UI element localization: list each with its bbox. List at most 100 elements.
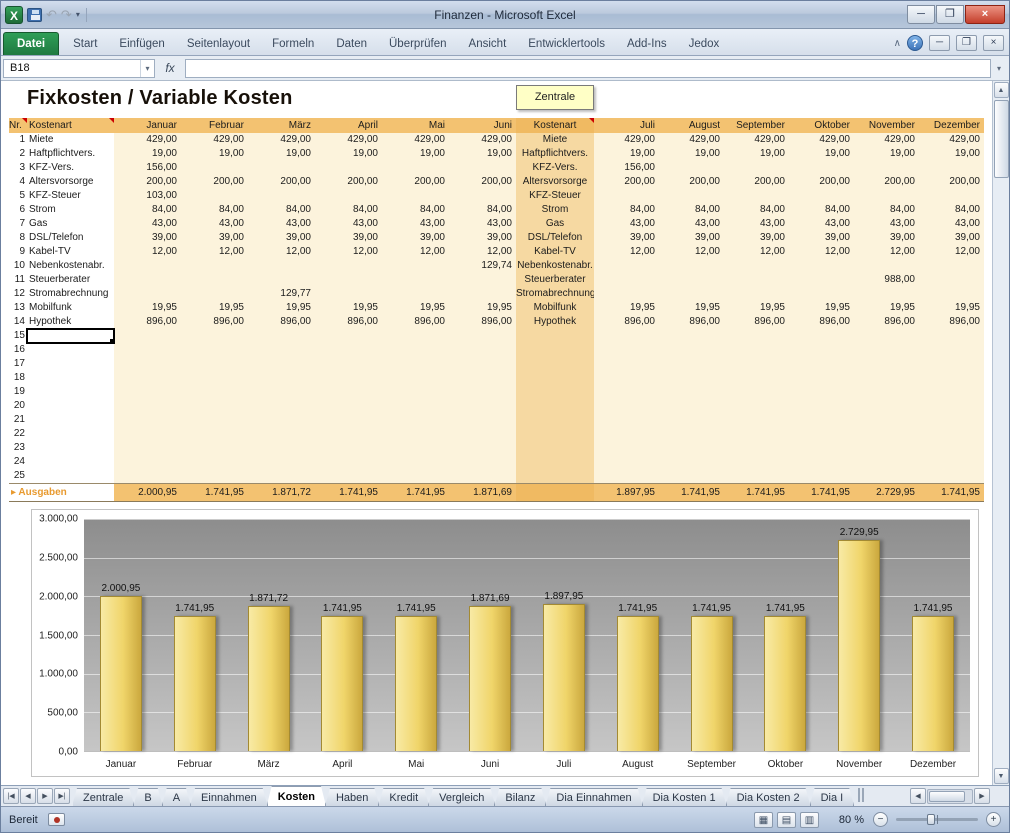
cell-value[interactable] (449, 469, 516, 483)
sheet-tab-dia-kosten-1[interactable]: Dia Kosten 1 (642, 788, 727, 806)
cell-value[interactable] (919, 399, 984, 413)
cell-value[interactable] (382, 441, 449, 455)
bar-august[interactable]: 1.741,95 (617, 616, 659, 751)
cell-value[interactable] (789, 385, 854, 399)
cell-value[interactable] (854, 161, 919, 175)
cell-kostenart-2[interactable]: Stromabrechnung (516, 287, 594, 301)
bar-januar[interactable]: 2.000,95 (100, 596, 142, 751)
qat-customize-dropdown-icon[interactable]: ▾ (76, 10, 80, 19)
row-number[interactable]: 14 (9, 315, 27, 329)
cell-value[interactable] (114, 427, 181, 441)
cell-value[interactable]: 39,00 (449, 231, 516, 245)
cell-value[interactable] (919, 455, 984, 469)
col-header-m-rz[interactable]: März (248, 118, 315, 133)
cell-value[interactable]: 200,00 (382, 175, 449, 189)
cell-value[interactable] (114, 413, 181, 427)
cell-value[interactable] (724, 273, 789, 287)
cell-value[interactable]: 19,95 (315, 301, 382, 315)
cell-value[interactable]: 19,95 (724, 301, 789, 315)
cell-value[interactable] (789, 161, 854, 175)
cell-kostenart-2[interactable]: DSL/Telefon (516, 231, 594, 245)
cell-value[interactable]: 429,00 (181, 133, 248, 147)
cell-value[interactable]: 84,00 (594, 203, 659, 217)
hscroll-right-icon[interactable]: ▶ (974, 788, 990, 804)
cell-value[interactable] (248, 385, 315, 399)
cell-value[interactable] (382, 273, 449, 287)
cell-value[interactable] (789, 329, 854, 343)
cell-value[interactable] (449, 399, 516, 413)
cell-value[interactable] (181, 371, 248, 385)
cell-value[interactable]: 200,00 (919, 175, 984, 189)
bar-september[interactable]: 1.741,95 (691, 616, 733, 751)
cell-value[interactable]: 12,00 (854, 245, 919, 259)
cell-value[interactable] (659, 385, 724, 399)
cell-value[interactable] (854, 399, 919, 413)
cell-value[interactable] (724, 329, 789, 343)
cell-value[interactable] (919, 259, 984, 273)
cell-value[interactable] (248, 371, 315, 385)
cell-value[interactable]: 84,00 (382, 203, 449, 217)
cell-value[interactable] (724, 399, 789, 413)
cell-kostenart-2[interactable]: Hypothek (516, 315, 594, 329)
row-number[interactable]: 9 (9, 245, 27, 259)
cell-value[interactable]: 19,00 (181, 147, 248, 161)
cell-kostenart[interactable]: Kabel-TV (27, 245, 114, 259)
cell-kostenart[interactable]: Nebenkostenabr. (27, 259, 114, 273)
formula-bar-expand-icon[interactable]: ▾ (991, 64, 1007, 73)
ribbon-tab-einf-gen[interactable]: Einfügen (108, 33, 175, 55)
cell-value[interactable] (248, 273, 315, 287)
cell-value[interactable] (594, 343, 659, 357)
bar-juni[interactable]: 1.871,69 (469, 606, 511, 751)
cell-kostenart-2[interactable] (516, 455, 594, 469)
tab-splitter[interactable] (858, 788, 864, 802)
cell-value[interactable] (181, 455, 248, 469)
cell-value[interactable]: 896,00 (181, 315, 248, 329)
cell-value[interactable]: 39,00 (659, 231, 724, 245)
scroll-up-icon[interactable]: ▲ (994, 82, 1009, 98)
cell-value[interactable]: 19,95 (181, 301, 248, 315)
cell-value[interactable] (114, 259, 181, 273)
cell-value[interactable] (181, 329, 248, 343)
cell-value[interactable]: 43,00 (248, 217, 315, 231)
cell-value[interactable] (114, 371, 181, 385)
cell-value[interactable]: 200,00 (315, 175, 382, 189)
totals-value[interactable]: 1.741,95 (382, 484, 449, 501)
row-number[interactable]: 22 (9, 427, 27, 441)
col-header-juni[interactable]: Juni (449, 118, 516, 133)
cell-value[interactable]: 12,00 (114, 245, 181, 259)
cell-value[interactable] (181, 343, 248, 357)
cell-value[interactable]: 84,00 (724, 203, 789, 217)
cell-value[interactable] (315, 161, 382, 175)
cell-value[interactable]: 896,00 (919, 315, 984, 329)
cell-value[interactable] (114, 343, 181, 357)
next-sheet-icon[interactable]: ▶ (37, 788, 53, 804)
cell-value[interactable] (315, 427, 382, 441)
cell-value[interactable] (315, 273, 382, 287)
cell-value[interactable] (659, 357, 724, 371)
cell-value[interactable] (449, 441, 516, 455)
cell-value[interactable] (659, 161, 724, 175)
cell-value[interactable] (594, 441, 659, 455)
cell-value[interactable] (919, 441, 984, 455)
cell-value[interactable] (789, 441, 854, 455)
cell-kostenart-2[interactable]: Kabel-TV (516, 245, 594, 259)
cell-value[interactable]: 12,00 (449, 245, 516, 259)
cell-kostenart[interactable] (27, 455, 114, 469)
cell-value[interactable] (114, 329, 181, 343)
cell-value[interactable] (594, 273, 659, 287)
row-number[interactable]: 18 (9, 371, 27, 385)
cell-kostenart[interactable]: KFZ-Vers. (27, 161, 114, 175)
cell-value[interactable]: 43,00 (315, 217, 382, 231)
row-number[interactable]: 8 (9, 231, 27, 245)
cell-value[interactable] (854, 427, 919, 441)
cell-value[interactable]: 156,00 (114, 161, 181, 175)
vertical-scroll-thumb[interactable] (994, 100, 1009, 178)
cell-value[interactable] (449, 161, 516, 175)
cell-value[interactable]: 129,77 (248, 287, 315, 301)
cell-value[interactable]: 200,00 (659, 175, 724, 189)
cell-value[interactable] (315, 329, 382, 343)
cell-kostenart-2[interactable]: Nebenkostenabr. (516, 259, 594, 273)
cell-value[interactable] (248, 399, 315, 413)
totals-value[interactable]: 1.741,95 (789, 484, 854, 501)
name-box[interactable]: B18 ▾ (3, 59, 155, 78)
